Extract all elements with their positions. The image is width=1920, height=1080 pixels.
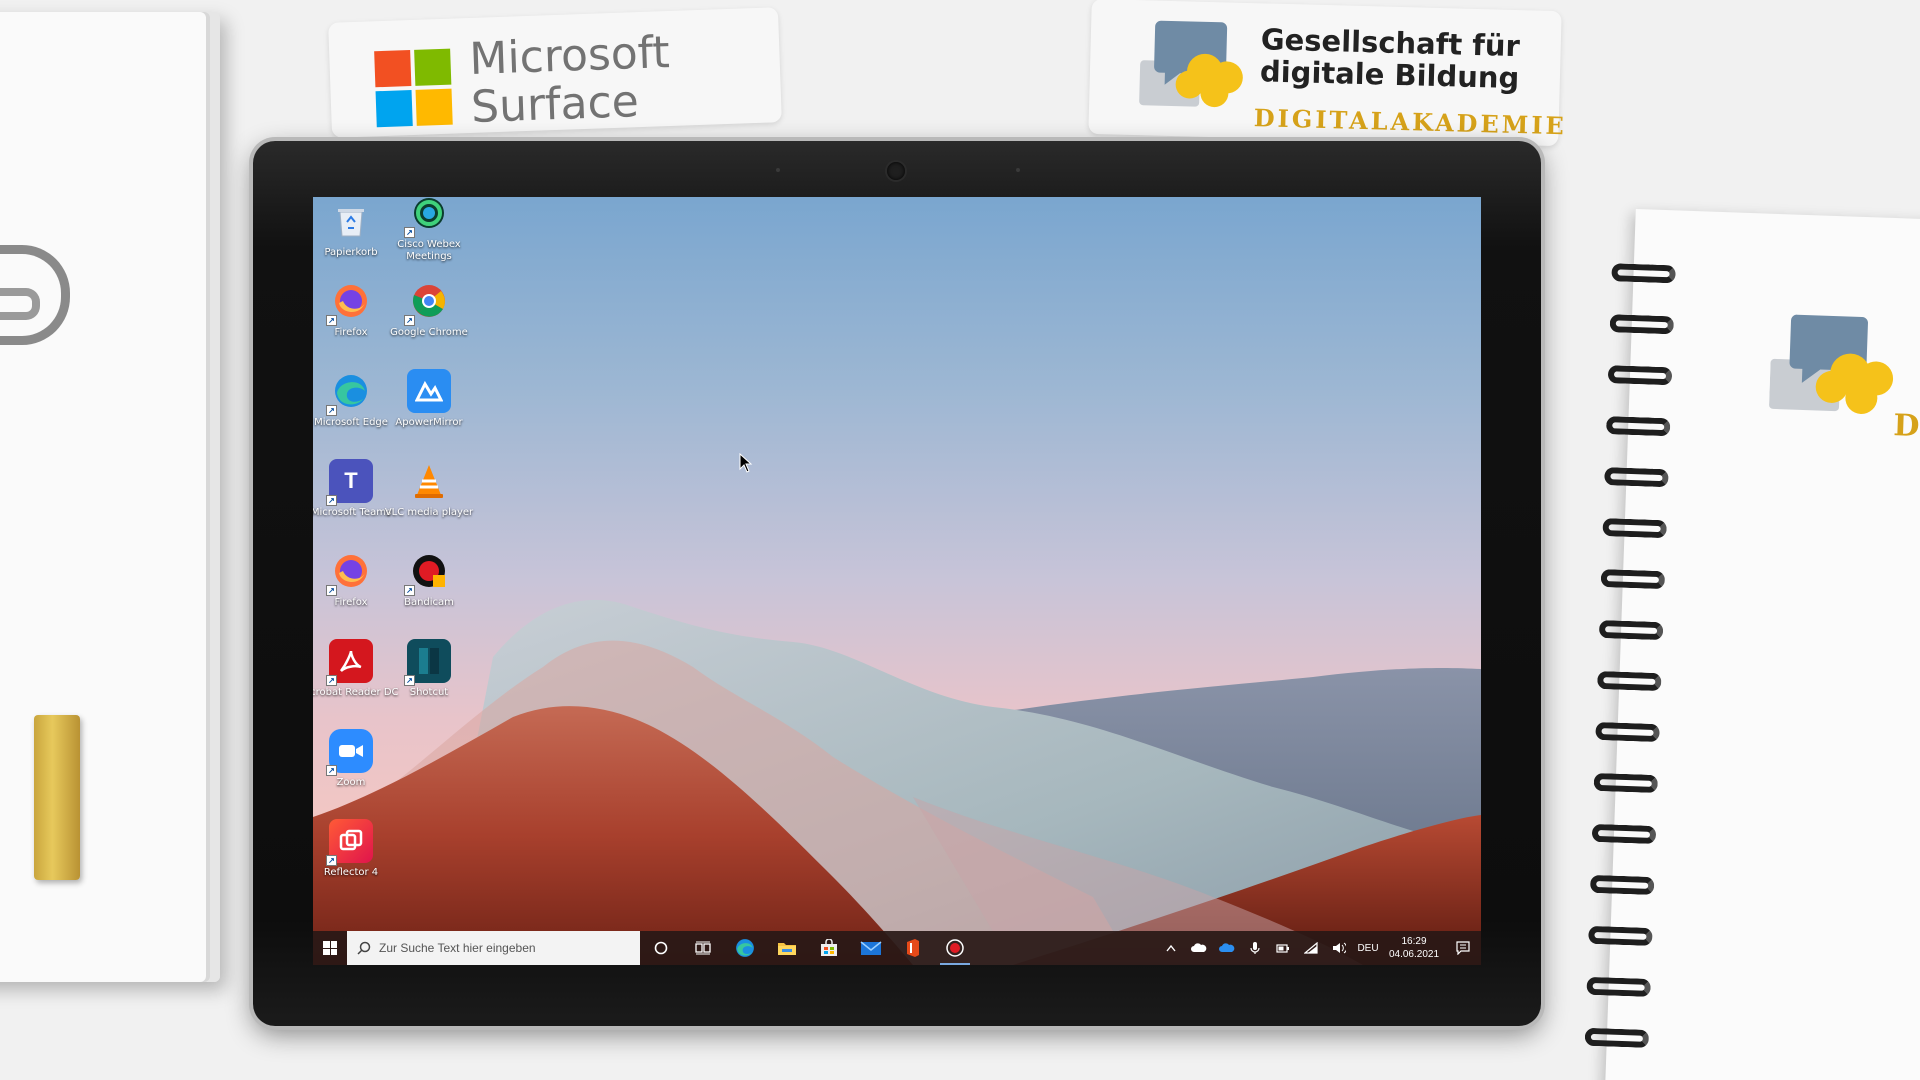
taskbar-clock[interactable]: 16:29 04.06.2021 — [1383, 935, 1445, 961]
cortana-icon — [654, 941, 668, 955]
notepad-text-fragment: D — [1892, 408, 1920, 445]
windows-desktop-screen: Papierkorb ↗ Cisco Webex Meetings ↗ Fire… — [313, 197, 1481, 965]
ambient-sensor-right — [1016, 168, 1020, 172]
gdb-logo-card: Gesellschaft für digitale Bildung DIGITA… — [1088, 0, 1567, 147]
shotcut-icon: ↗ — [404, 639, 451, 686]
front-camera — [887, 162, 905, 180]
show-hidden-icons-button[interactable] — [1157, 931, 1185, 965]
taskbar-recorder-button[interactable] — [934, 931, 976, 965]
desktop-icon-zoom[interactable]: ↗ Zoom — [313, 729, 399, 789]
desktop-icon-webex[interactable]: ↗ Cisco Webex Meetings — [381, 197, 477, 263]
volume-tray-button[interactable] — [1325, 931, 1353, 965]
task-view-icon — [695, 941, 711, 955]
store-icon — [821, 939, 837, 956]
gdb-wordmark: Gesellschaft für digitale Bildung — [1259, 22, 1521, 96]
webex-icon: ↗ — [404, 197, 451, 238]
desktop-icon-label: Reflector 4 — [323, 867, 379, 878]
ambient-sensor-left — [776, 168, 780, 172]
microsoft-surface-wordmark: Microsoft Surface — [468, 27, 672, 133]
desktop-icon-label: ApowerMirror — [395, 417, 463, 428]
taskbar-store-button[interactable] — [808, 931, 850, 965]
taskbar: Zur Suche Text hier eingeben DEU 16:29 0… — [313, 931, 1481, 965]
notepad-brain-logo-icon — [1769, 314, 1894, 414]
edge-icon — [736, 939, 754, 957]
chrome-icon: ↗ — [404, 279, 451, 326]
wifi-icon — [1304, 942, 1318, 954]
desktop-icon-label: Bandicam — [404, 597, 454, 608]
microphone-icon — [1250, 942, 1260, 954]
gdb-brain-logo-icon — [1139, 20, 1243, 108]
left-paper-pad — [0, 12, 220, 982]
taskbar-mail-button[interactable] — [850, 931, 892, 965]
zoom-icon: ↗ — [326, 729, 373, 776]
microsoft-logo-icon — [374, 48, 455, 130]
desktop-icon-label: VLC media player — [384, 507, 474, 518]
microphone-tray-button[interactable] — [1241, 931, 1269, 965]
teams-icon: T ↗ — [326, 459, 373, 506]
onedrive-business-tray-button[interactable] — [1213, 931, 1241, 965]
windows-logo-icon — [323, 941, 337, 955]
desktop-icon-chrome[interactable]: ↗ Google Chrome — [381, 279, 477, 339]
microsoft-wordmark-line1: Microsoft — [468, 27, 671, 85]
mouse-cursor-icon — [739, 453, 753, 473]
task-view-button[interactable] — [682, 931, 724, 965]
acrobat-icon: ↗ — [326, 639, 373, 686]
system-tray: DEU 16:29 04.06.2021 — [1157, 931, 1481, 965]
desktop-icon-reflector[interactable]: ↗ Reflector 4 — [313, 819, 399, 879]
record-icon — [946, 939, 964, 957]
surface-wordmark-line2: Surface — [470, 76, 640, 133]
desktop-icon-bandicam[interactable]: ↗ Bandicam — [381, 549, 477, 609]
taskbar-file-explorer-button[interactable] — [766, 931, 808, 965]
bandicam-icon: ↗ — [404, 549, 451, 596]
battery-icon — [1276, 944, 1289, 953]
wifi-tray-button[interactable] — [1297, 931, 1325, 965]
desktop-icon-label: Cisco Webex Meetings — [397, 239, 461, 262]
onedrive-tray-button[interactable] — [1185, 931, 1213, 965]
desktop-icon-shotcut[interactable]: ↗ Shotcut — [381, 639, 477, 699]
gdb-line2: digitale Bildung — [1259, 54, 1520, 96]
clock-date: 04.06.2021 — [1388, 949, 1440, 960]
search-placeholder: Zur Suche Text hier eingeben — [379, 941, 536, 955]
apowermirror-icon — [407, 369, 451, 413]
office-icon — [907, 939, 919, 957]
edge-icon: ↗ — [326, 369, 373, 416]
cortana-button[interactable] — [640, 931, 682, 965]
yellow-bookmark-tab — [34, 715, 80, 880]
vlc-icon — [407, 459, 451, 503]
battery-tray-button[interactable] — [1269, 931, 1297, 965]
action-center-button[interactable] — [1445, 931, 1481, 965]
desktop-icon-apowermirror[interactable]: ApowerMirror — [381, 369, 477, 429]
input-language-indicator[interactable]: DEU — [1353, 943, 1383, 954]
mountain-wallpaper — [313, 599, 1481, 965]
spiral-notepad: D — [1584, 208, 1920, 1080]
gdb-digitalakademie: DIGITALAKADEMIE — [1253, 103, 1568, 141]
taskbar-search-box[interactable]: Zur Suche Text hier eingeben — [347, 931, 640, 965]
show-hidden-icon — [1166, 944, 1176, 952]
desktop-icon-label: Zoom — [336, 777, 366, 788]
onedrive-business-icon — [1219, 943, 1235, 952]
file-explorer-icon — [778, 943, 796, 955]
onedrive-icon — [1191, 943, 1207, 952]
start-button[interactable] — [313, 931, 347, 965]
firefox-icon: ↗ — [326, 279, 373, 326]
taskbar-edge-button[interactable] — [724, 931, 766, 965]
desktop-icon-label: Google Chrome — [390, 327, 468, 338]
desktop-icon-vlc[interactable]: VLC media player — [381, 459, 477, 519]
search-icon — [357, 941, 371, 955]
mail-icon — [860, 941, 882, 955]
microsoft-surface-logo-card: Microsoft Surface — [328, 7, 782, 138]
recycle-bin-icon — [329, 199, 373, 243]
firefox-icon: ↗ — [326, 549, 373, 596]
clock-time: 16:29 — [1401, 936, 1427, 947]
volume-icon — [1333, 942, 1346, 954]
taskbar-office-button[interactable] — [892, 931, 934, 965]
reflector-icon: ↗ — [326, 819, 373, 866]
notification-icon — [1456, 941, 1470, 955]
desktop-icon-label: Shotcut — [409, 687, 449, 698]
